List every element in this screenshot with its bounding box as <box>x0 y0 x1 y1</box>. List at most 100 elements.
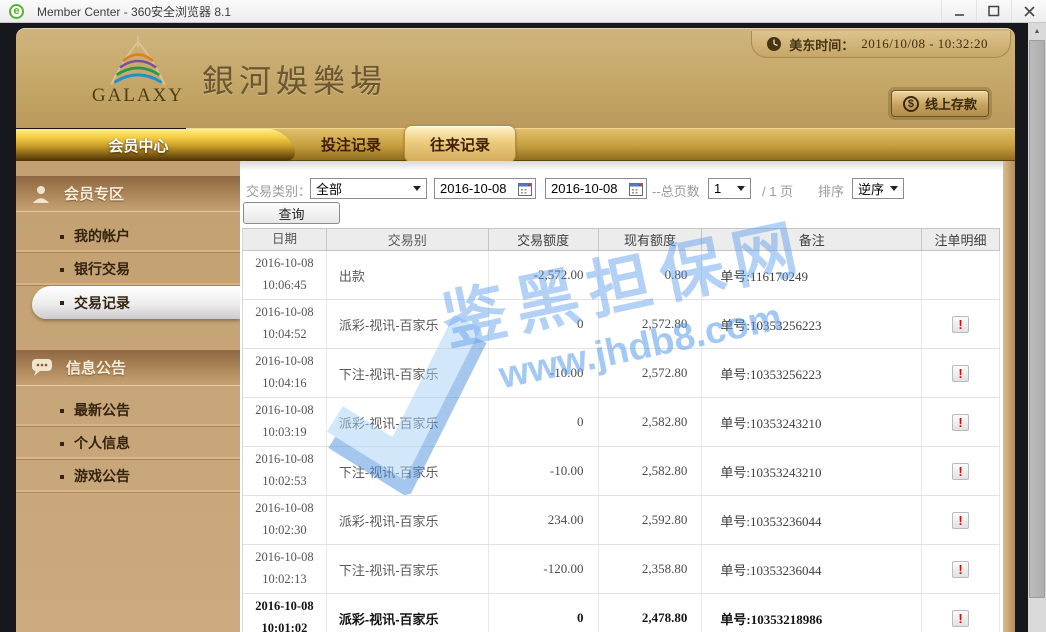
cell-date: 2016-10-0810:03:19 <box>243 398 327 446</box>
bet-detail-alert-button[interactable]: ! <box>952 414 969 431</box>
sort-label: 排序 <box>818 181 844 200</box>
bet-detail-alert-button[interactable]: ! <box>952 316 969 333</box>
scrollbar-thumb[interactable] <box>1029 40 1045 598</box>
cell-amount: 234.00 <box>489 496 599 544</box>
cell-type: 出款 <box>327 251 489 299</box>
cell-date: 2016-10-0810:06:45 <box>243 251 327 299</box>
galaxy-peak-icon <box>106 34 170 88</box>
query-button[interactable]: 查询 <box>243 202 340 224</box>
chat-icon <box>31 358 53 377</box>
cell-amount: 0 <box>489 300 599 348</box>
page-scrollbar[interactable]: ▲ <box>1028 23 1046 632</box>
cell-balance: 2,572.80 <box>599 349 703 397</box>
sidebar-item-label: 我的帐户 <box>74 226 130 246</box>
cell-detail: ! <box>922 349 1000 397</box>
table-row: 2016-10-0810:04:16 下注-视讯-百家乐 -10.00 2,57… <box>243 349 1000 398</box>
dollar-icon: $ <box>903 96 919 112</box>
bet-detail-alert-button[interactable]: ! <box>952 365 969 382</box>
transactions-table: 日期 交易别 交易额度 现有额度 备注 注单明细 2016-10-0810:06… <box>242 228 1000 632</box>
cell-detail: ! <box>922 300 1000 348</box>
browser-360-icon: e <box>9 4 24 19</box>
sort-select[interactable]: 逆序 <box>852 178 904 199</box>
sidebar-section-member-zone: 会员专区 <box>16 176 240 212</box>
cell-detail: ! <box>922 496 1000 544</box>
page-select[interactable]: 1 <box>708 178 751 199</box>
minimize-button[interactable] <box>941 0 976 22</box>
bet-detail-alert-button[interactable]: ! <box>952 561 969 578</box>
cell-type: 下注-视讯-百家乐 <box>327 349 489 397</box>
tab-bet-records[interactable]: 投注记录 <box>306 128 396 161</box>
member-center-label: 会员中心 <box>108 135 168 156</box>
browser-titlebar: e Member Center - 360安全浏览器 8.1 <box>0 0 1046 23</box>
main-area: 会员专区 我的帐户 银行交易 交易记录 信息公告 <box>16 161 1015 632</box>
cell-note: 单号:10353243210 <box>702 447 922 495</box>
cell-note: 单号:10353256223 <box>702 349 922 397</box>
cell-detail <box>922 251 1000 299</box>
sidebar-item-label: 交易记录 <box>74 293 130 313</box>
close-button[interactable] <box>1011 0 1046 22</box>
content-panel: 交易类别： 全部 2016-10-08 <box>240 161 1003 632</box>
time-value: 2016/10/08 - 10:32:20 <box>861 36 988 52</box>
transaction-type-select[interactable]: 全部 <box>310 178 427 199</box>
sidebar-item-my-account[interactable]: 我的帐户 <box>16 220 240 253</box>
tab-transaction-records[interactable]: 往来记录 <box>404 125 516 163</box>
sidebar-section-announcements: 信息公告 <box>16 350 240 386</box>
cell-type: 派彩-视讯-百家乐 <box>327 594 489 632</box>
sidebar-item-label: 游戏公告 <box>74 466 130 486</box>
date-from-input[interactable]: 2016-10-08 <box>434 178 536 199</box>
cell-date: 2016-10-0810:04:16 <box>243 349 327 397</box>
sidebar-item-transaction-records[interactable]: 交易记录 <box>32 286 240 319</box>
cell-type: 派彩-视讯-百家乐 <box>327 496 489 544</box>
cell-note: 单号:10353236044 <box>702 496 922 544</box>
date-to-input[interactable]: 2016-10-08 <box>545 178 647 199</box>
calendar-icon[interactable] <box>518 182 532 196</box>
bet-detail-alert-button[interactable]: ! <box>952 610 969 627</box>
sidebar-item-latest-announcements[interactable]: 最新公告 <box>16 394 240 427</box>
sidebar-item-game-announcements[interactable]: 游戏公告 <box>16 460 240 493</box>
clock-icon <box>766 36 782 52</box>
cell-balance: 2,582.80 <box>599 447 703 495</box>
cell-date: 2016-10-0810:02:30 <box>243 496 327 544</box>
cell-amount: -120.00 <box>489 545 599 593</box>
bet-detail-alert-button[interactable]: ! <box>952 463 969 480</box>
sidebar-item-personal-info[interactable]: 个人信息 <box>16 427 240 460</box>
nav-bar: 投注记录 往来记录 会员中心 <box>16 128 1015 161</box>
section-title: 会员专区 <box>64 183 124 204</box>
cell-balance: 2,572.80 <box>599 300 703 348</box>
online-deposit-button[interactable]: $ 线上存款 <box>891 90 989 117</box>
table-row: 2016-10-0810:03:19 派彩-视讯-百家乐 0 2,582.80 … <box>243 398 1000 447</box>
site-header: GALAXY 銀河娛樂場 美东时间： 2016/10/08 - 10:32:20… <box>16 28 1015 128</box>
selected-page: 1 <box>714 181 721 196</box>
calendar-icon[interactable] <box>629 182 643 196</box>
time-label: 美东时间： <box>789 35 854 54</box>
total-pages-label: --总页数 <box>652 181 700 200</box>
cell-amount: 0 <box>489 398 599 446</box>
cell-date: 2016-10-0810:02:13 <box>243 545 327 593</box>
maximize-button[interactable] <box>976 0 1011 22</box>
bet-detail-alert-button[interactable]: ! <box>952 512 969 529</box>
cell-note: 单号:116170249 <box>702 251 922 299</box>
scrollbar-up-arrow[interactable]: ▲ <box>1028 23 1046 39</box>
column-header-balance: 现有额度 <box>599 229 703 250</box>
server-time: 美东时间： 2016/10/08 - 10:32:20 <box>751 31 1011 58</box>
sidebar-item-label: 最新公告 <box>74 400 130 420</box>
deposit-button-label: 线上存款 <box>925 94 977 113</box>
date-to-value: 2016-10-08 <box>551 181 618 196</box>
filter-bar: 交易类别： 全部 2016-10-08 <box>240 161 1003 228</box>
section-title: 信息公告 <box>66 357 126 378</box>
container-right-edge <box>1003 161 1015 632</box>
table-row: 2016-10-0810:06:45 出款 -2,572.00 0.80 单号:… <box>243 251 1000 300</box>
column-header-detail: 注单明细 <box>922 229 1000 250</box>
sidebar-item-bank-transactions[interactable]: 银行交易 <box>16 253 240 286</box>
table-row: 2016-10-0810:02:53 下注-视讯-百家乐 -10.00 2,58… <box>243 447 1000 496</box>
cell-detail: ! <box>922 545 1000 593</box>
cell-note: 单号:10353243210 <box>702 398 922 446</box>
transaction-type-label: 交易类别： <box>246 181 311 200</box>
cell-type: 下注-视讯-百家乐 <box>327 447 489 495</box>
table-row: 2016-10-0810:01:02 派彩-视讯-百家乐 0 2,478.80 … <box>243 594 1000 632</box>
column-header-type: 交易别 <box>327 229 489 250</box>
browser-title: Member Center - 360安全浏览器 8.1 <box>37 3 231 20</box>
galaxy-logo-text: GALAXY <box>74 85 202 107</box>
site-title: 銀河娛樂場 <box>202 56 387 102</box>
cell-detail: ! <box>922 594 1000 632</box>
